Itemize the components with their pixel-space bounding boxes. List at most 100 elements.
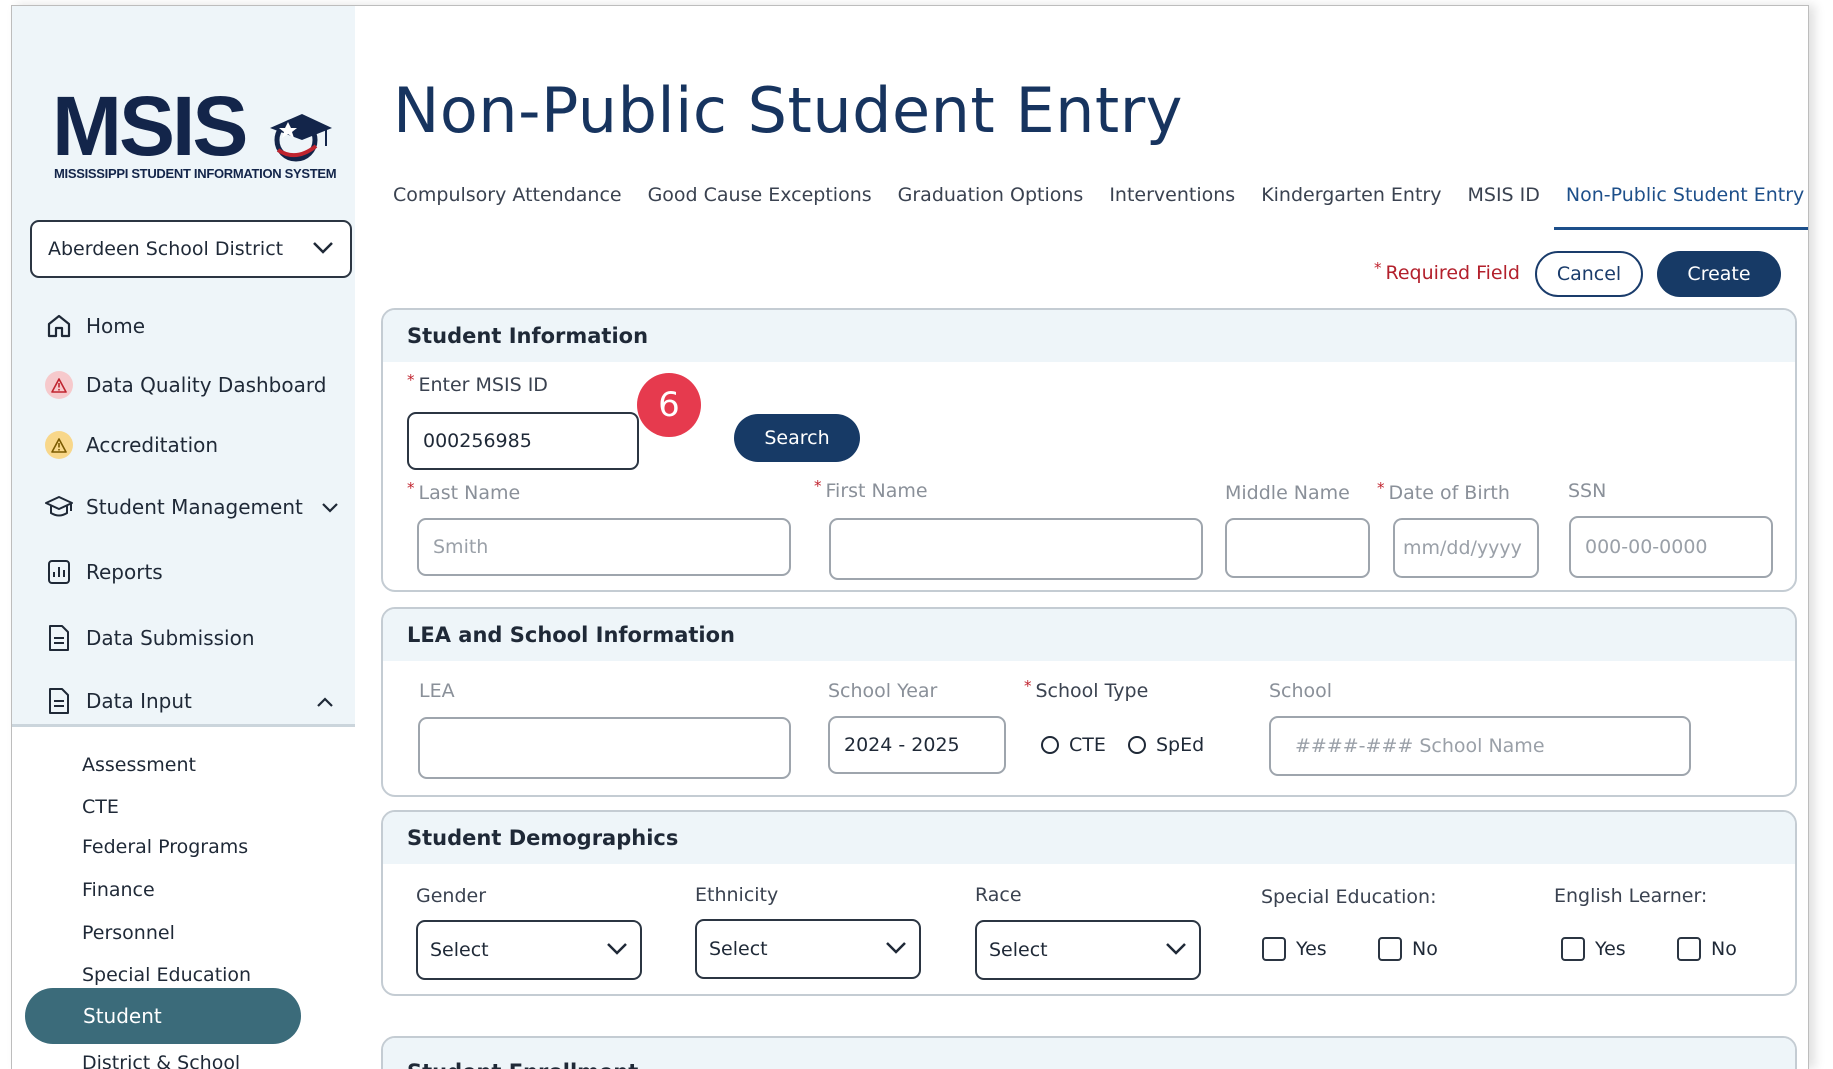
submenu-item-district-school[interactable]: District & School	[82, 1052, 240, 1069]
nav-data-input-label: Data Input	[86, 689, 192, 713]
tab-good-cause-exceptions[interactable]: Good Cause Exceptions	[648, 184, 872, 230]
search-button[interactable]: Search	[734, 414, 860, 462]
english-learner-no-checkbox[interactable]: No	[1677, 937, 1737, 961]
document-icon	[44, 686, 74, 716]
warning-icon	[45, 371, 73, 399]
tab-graduation-options[interactable]: Graduation Options	[898, 184, 1084, 230]
chevron-down-icon	[606, 939, 628, 961]
student-enrollment-panel: Student Enrollment	[381, 1036, 1797, 1069]
nav-data-quality-dashboard[interactable]: Data Quality Dashboard	[44, 370, 326, 400]
lea-input[interactable]	[418, 717, 791, 779]
chevron-down-icon	[885, 938, 907, 960]
nav-data-quality-label: Data Quality Dashboard	[86, 373, 327, 397]
ethnicity-select[interactable]: Select	[695, 919, 921, 979]
chevron-up-icon	[316, 689, 334, 713]
home-icon	[44, 311, 74, 341]
logo-subtitle: MISSISSIPPI STUDENT INFORMATION SYSTEM	[54, 166, 337, 181]
race-label: Race	[975, 884, 1022, 906]
first-name-input[interactable]	[829, 518, 1203, 580]
nav-student-management[interactable]: Student Management	[44, 492, 339, 522]
ethnicity-select-value: Select	[709, 938, 768, 960]
special-education-yes-checkbox[interactable]: Yes	[1262, 937, 1327, 961]
tab-bar: Compulsory Attendance Good Cause Excepti…	[393, 184, 1808, 230]
create-button[interactable]: Create	[1657, 251, 1781, 297]
nav-accreditation[interactable]: Accreditation	[44, 430, 218, 460]
gender-select-value: Select	[430, 939, 489, 961]
submenu-item-assessment[interactable]: Assessment	[82, 754, 196, 776]
school-type-sped-radio[interactable]: SpEd	[1128, 734, 1204, 756]
tab-compulsory-attendance[interactable]: Compulsory Attendance	[393, 184, 622, 230]
date-of-birth-input[interactable]	[1393, 518, 1539, 578]
ssn-label: SSN	[1568, 480, 1607, 502]
school-year-label: School Year	[828, 680, 938, 702]
gender-select[interactable]: Select	[416, 920, 642, 980]
race-select[interactable]: Select	[975, 920, 1201, 980]
submenu-item-student[interactable]: Student	[25, 988, 301, 1044]
school-type-cte-radio[interactable]: CTE	[1041, 734, 1106, 756]
radio-circle-icon	[1128, 736, 1146, 754]
nav-data-submission[interactable]: Data Submission	[44, 623, 255, 653]
logo-text: MSIS	[52, 79, 248, 173]
document-icon	[44, 623, 74, 653]
school-type-label: * School Type	[1024, 677, 1149, 702]
date-of-birth-label: * Date of Birth	[1377, 479, 1510, 504]
graduation-cap-icon	[44, 492, 74, 522]
nav-data-submission-label: Data Submission	[86, 626, 255, 650]
chevron-down-icon	[321, 495, 339, 519]
graduation-cap-icon	[264, 106, 334, 170]
district-select-value: Aberdeen School District	[48, 238, 284, 260]
special-education-label: Special Education:	[1261, 886, 1437, 908]
panel-title: Student Enrollment	[383, 1038, 1795, 1069]
tab-kindergarten-entry[interactable]: Kindergarten Entry	[1261, 184, 1441, 230]
school-label: School	[1269, 680, 1333, 702]
submenu-item-finance[interactable]: Finance	[82, 879, 155, 901]
msis-id-label: * Enter MSIS ID	[407, 371, 548, 396]
ssn-input[interactable]	[1569, 516, 1773, 578]
english-learner-yes-checkbox[interactable]: Yes	[1561, 937, 1626, 961]
middle-name-label: Middle Name	[1225, 482, 1350, 504]
nav-student-management-label: Student Management	[86, 495, 303, 519]
special-education-no-checkbox[interactable]: No	[1378, 937, 1438, 961]
english-learner-label: English Learner:	[1554, 885, 1708, 907]
msis-id-input[interactable]	[407, 412, 639, 470]
nav-reports-label: Reports	[86, 560, 163, 584]
last-name-label: * Last Name	[407, 479, 521, 504]
tab-msis-id[interactable]: MSIS ID	[1467, 184, 1539, 230]
last-name-input[interactable]	[417, 518, 791, 576]
middle-name-input[interactable]	[1225, 518, 1370, 578]
school-year-input[interactable]	[828, 716, 1006, 774]
nav-data-input[interactable]: Data Input	[44, 686, 334, 716]
chevron-down-icon	[1165, 939, 1187, 961]
ethnicity-label: Ethnicity	[695, 884, 779, 906]
bar-chart-icon	[44, 557, 74, 587]
msis-logo[interactable]: MSIS MISSISSIPPI STUDENT INFORMATION SYS…	[52, 84, 342, 184]
page-title: Non-Public Student Entry	[393, 74, 1183, 147]
submenu-item-federal-programs[interactable]: Federal Programs	[82, 836, 248, 858]
required-field-text: Required Field	[1385, 262, 1520, 284]
first-name-label: * First Name	[814, 477, 928, 502]
panel-title: LEA and School Information	[383, 609, 1795, 661]
checkbox-icon	[1561, 937, 1585, 961]
submenu-item-personnel[interactable]: Personnel	[82, 922, 175, 944]
lea-label: LEA	[419, 680, 455, 702]
panel-title: Student Demographics	[383, 812, 1795, 864]
cancel-button[interactable]: Cancel	[1535, 251, 1643, 297]
nav-home[interactable]: Home	[44, 311, 145, 341]
nav-reports[interactable]: Reports	[44, 557, 163, 587]
warning-icon	[45, 431, 73, 459]
nav-accreditation-label: Accreditation	[86, 433, 219, 457]
step-badge: 6	[637, 373, 701, 437]
checkbox-icon	[1677, 937, 1701, 961]
checkbox-icon	[1262, 937, 1286, 961]
tab-interventions[interactable]: Interventions	[1109, 184, 1235, 230]
district-select[interactable]: Aberdeen School District	[30, 220, 352, 278]
submenu-item-special-education[interactable]: Special Education	[82, 964, 251, 986]
tab-non-public-student-entry[interactable]: Non-Public Student Entry	[1553, 184, 1808, 230]
race-select-value: Select	[989, 939, 1048, 961]
panel-title: Student Information	[383, 310, 1795, 362]
chevron-down-icon	[312, 238, 334, 260]
school-input[interactable]	[1269, 716, 1691, 776]
submenu-item-cte[interactable]: CTE	[82, 796, 119, 818]
sidebar: MSIS MISSISSIPPI STUDENT INFORMATION SYS…	[12, 6, 355, 1069]
required-asterisk: *	[1374, 259, 1382, 277]
